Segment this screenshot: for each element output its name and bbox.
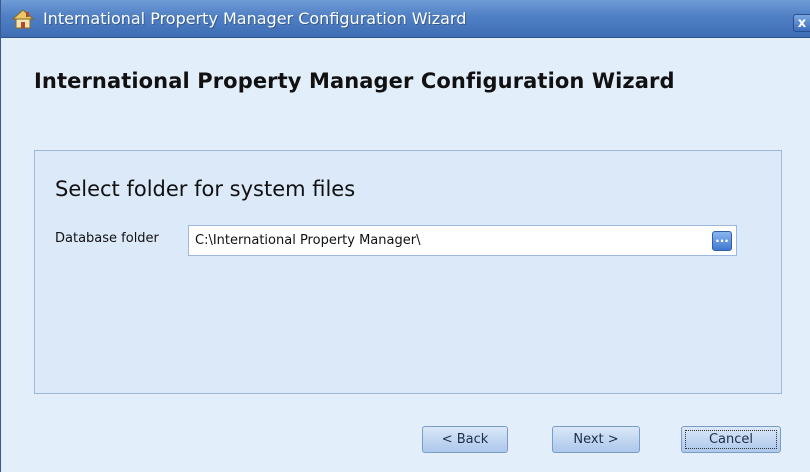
page-title: International Property Manager Configura… — [34, 69, 675, 93]
database-folder-label: Database folder — [55, 231, 159, 246]
house-icon — [11, 8, 35, 30]
next-button[interactable]: Next > — [552, 426, 640, 453]
database-folder-field: ... — [188, 225, 737, 256]
panel-title: Select folder for system files — [55, 177, 356, 201]
database-folder-input[interactable] — [189, 226, 699, 255]
window-title: International Property Manager Configura… — [43, 9, 467, 28]
ellipsis-icon[interactable]: ... — [712, 231, 732, 251]
cancel-button[interactable]: Cancel — [681, 426, 781, 453]
back-button[interactable]: < Back — [422, 426, 508, 453]
settings-panel: Select folder for system files Database … — [34, 150, 782, 394]
title-bar[interactable]: International Property Manager Configura… — [1, 0, 810, 38]
wizard-window: International Property Manager Configura… — [0, 0, 810, 472]
close-icon[interactable]: x — [793, 14, 810, 32]
